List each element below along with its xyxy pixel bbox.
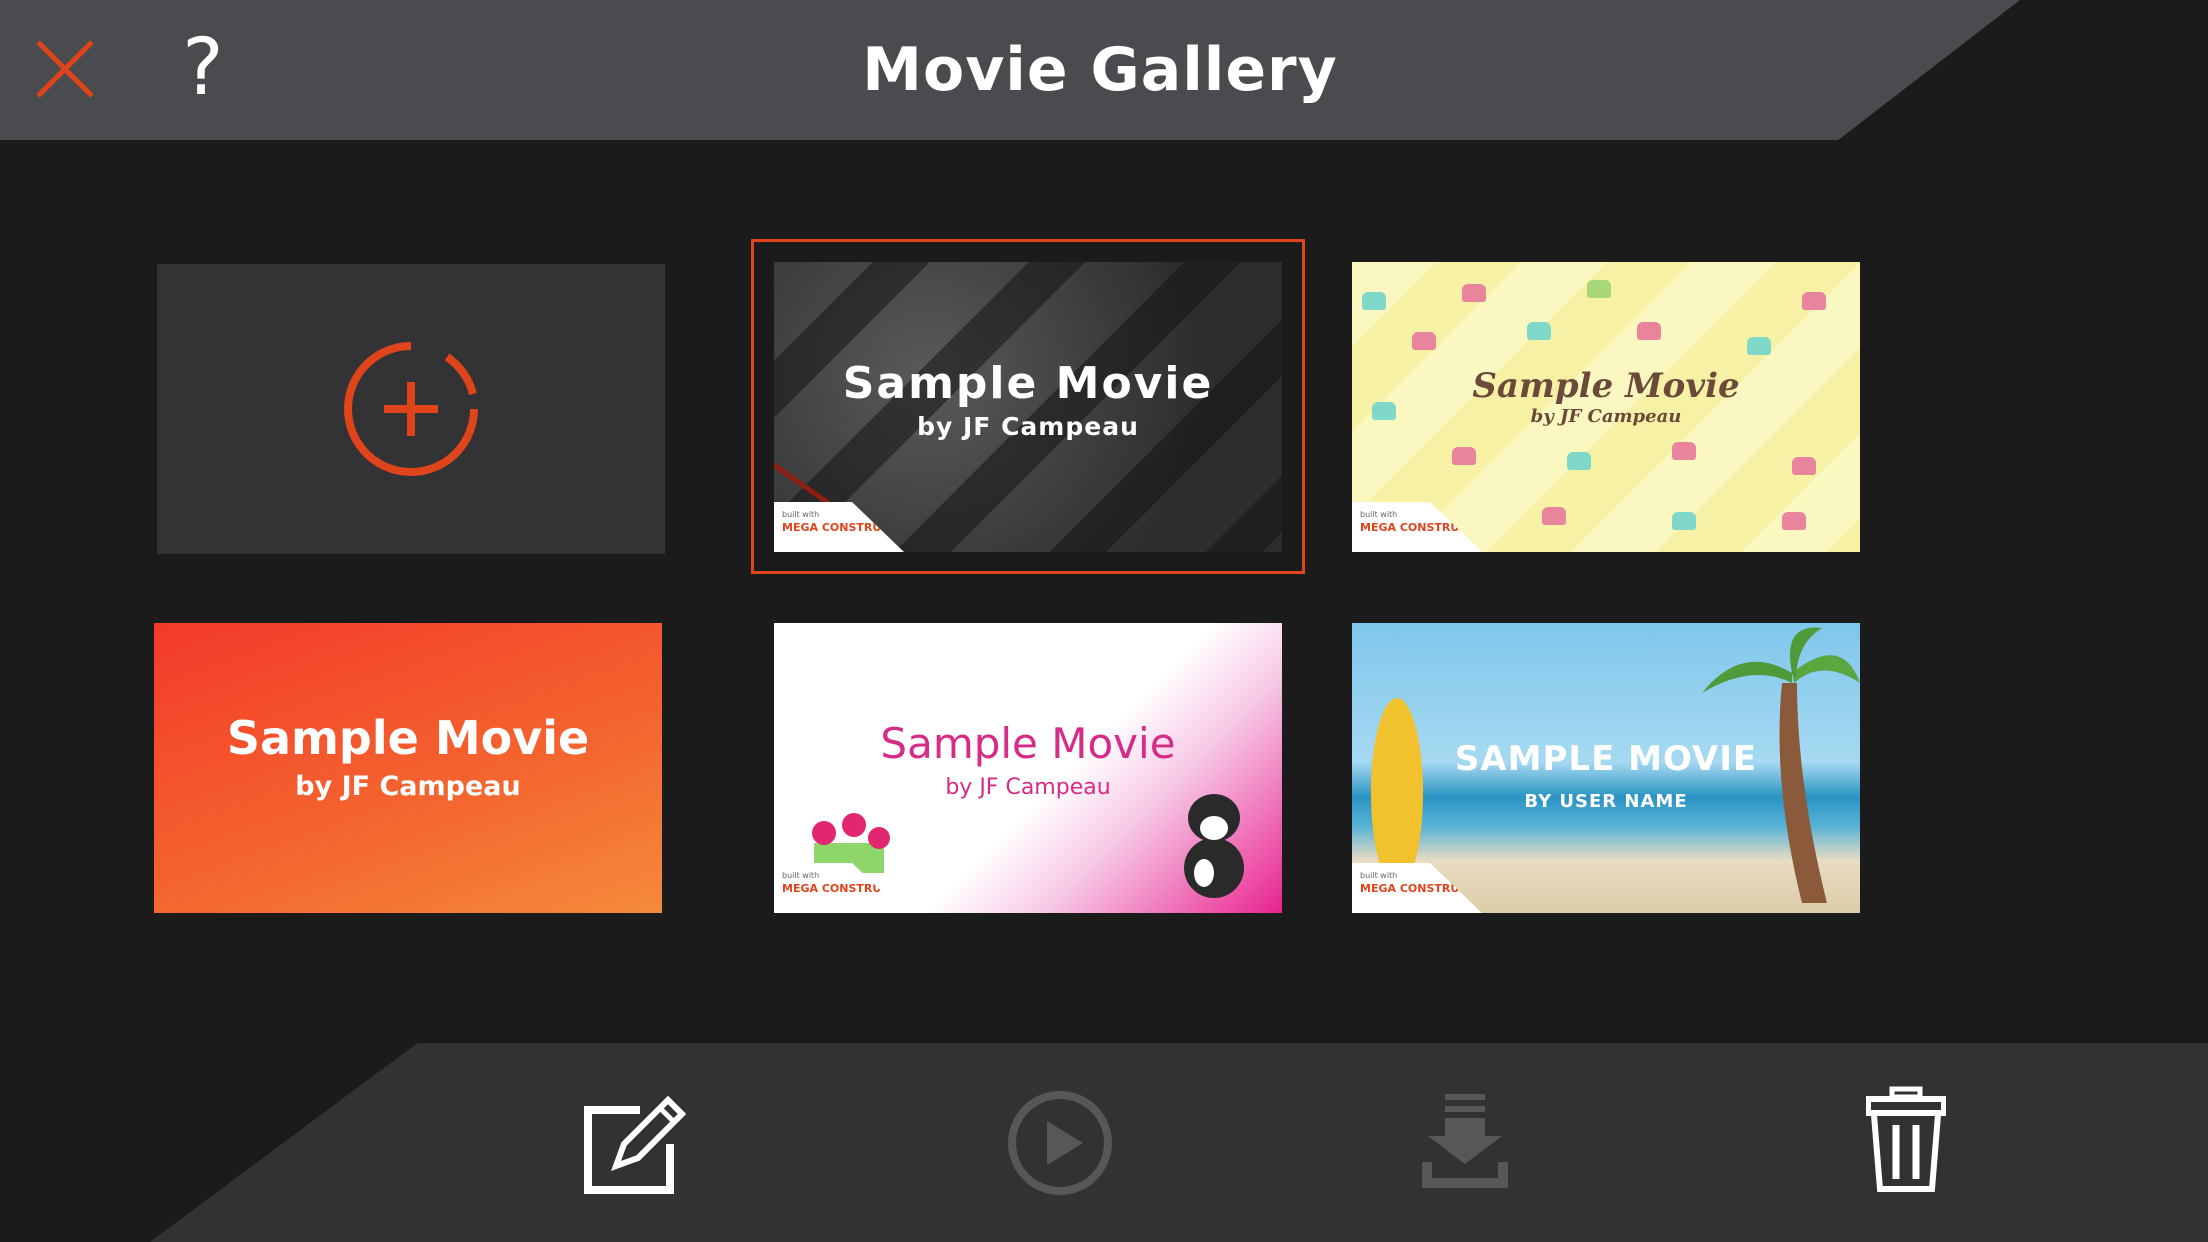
cupcake-decoration	[1542, 507, 1566, 525]
cupcake-decoration	[1527, 322, 1551, 340]
badge-caption: built with	[782, 871, 820, 880]
new-movie-tile[interactable]	[157, 264, 665, 554]
trash-icon	[1865, 1086, 1947, 1192]
brand-badge: built with MEGA CONSTRUX	[1352, 502, 1482, 552]
cupcake-decoration	[1782, 512, 1806, 530]
cupcake-decoration	[1462, 284, 1486, 302]
download-button[interactable]	[1420, 1092, 1510, 1196]
badge-caption: built with	[1360, 871, 1398, 880]
movie-author: by JF Campeau	[945, 775, 1111, 800]
cupcake-decoration	[1637, 322, 1661, 340]
cupcake-decoration	[1567, 452, 1591, 470]
play-button[interactable]	[1005, 1088, 1115, 1202]
play-icon	[1008, 1091, 1112, 1195]
page-title: Movie Gallery	[862, 35, 1338, 105]
cupcake-decoration	[1412, 332, 1436, 350]
badge-logo: MEGA CONSTRUX	[782, 521, 890, 534]
movie-author: by JF Campeau	[1530, 406, 1682, 427]
cupcake-decoration	[1672, 442, 1696, 460]
movie-thumbnail-yellow[interactable]: Sample Movie by JF Campeau built with ME…	[1352, 262, 1860, 552]
delete-button[interactable]	[1865, 1085, 1947, 1199]
add-circle-icon	[344, 342, 478, 476]
movie-title: SAMPLE MOVIE	[1454, 739, 1758, 779]
movie-author: by JF Campeau	[295, 771, 521, 802]
movie-author: BY USER NAME	[1524, 791, 1688, 812]
help-button[interactable]: ?	[168, 28, 238, 108]
movie-title: Sample Movie	[842, 358, 1214, 409]
download-icon	[1422, 1094, 1508, 1188]
cupcake-decoration	[1802, 292, 1826, 310]
movie-title: Sample Movie	[226, 711, 590, 765]
movie-title: Sample Movie	[880, 719, 1176, 768]
movie-thumbnail-pink[interactable]: Sample Movie by JF Campeau built with ME…	[774, 623, 1282, 913]
header-bar: ? Movie Gallery	[0, 0, 2208, 140]
brand-badge: built with MEGA CONSTRUX	[774, 502, 904, 552]
cupcake-decoration	[1362, 292, 1386, 310]
badge-logo: MEGA CONSTRUX	[1360, 882, 1468, 895]
cupcake-decoration	[1587, 280, 1611, 298]
badge-logo: MEGA CONSTRUX	[1360, 521, 1468, 534]
badge-logo: MEGA CONSTRUX	[782, 882, 890, 895]
edit-icon	[584, 1095, 687, 1194]
close-icon	[36, 40, 94, 98]
movie-author: by JF Campeau	[917, 412, 1139, 441]
cupcake-decoration	[1792, 457, 1816, 475]
cupcake-decoration	[1747, 337, 1771, 355]
badge-caption: built with	[1360, 510, 1398, 519]
close-button[interactable]	[34, 38, 96, 100]
edit-button[interactable]	[580, 1092, 687, 1200]
cupcake-decoration	[1452, 447, 1476, 465]
cupcake-decoration	[1672, 512, 1696, 530]
movie-thumbnail-beach[interactable]: SAMPLE MOVIE BY USER NAME built with MEG…	[1352, 623, 1860, 913]
movie-title: Sample Movie	[1472, 366, 1740, 406]
brand-badge: built with MEGA CONSTRUX	[1352, 863, 1482, 913]
movie-thumbnail-dark[interactable]: Sample Movie by JF Campeau built with ME…	[774, 262, 1282, 552]
badge-caption: built with	[782, 510, 820, 519]
movie-thumbnail-red[interactable]: Sample Movie by JF Campeau	[154, 623, 662, 913]
